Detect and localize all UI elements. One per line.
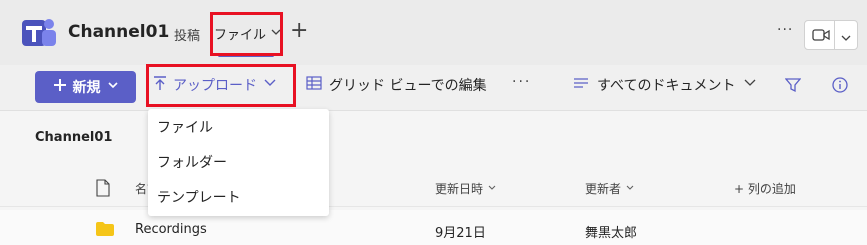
add-tab-button[interactable]: +	[290, 18, 308, 43]
chevron-down-icon[interactable]	[840, 29, 852, 48]
row-modified-by[interactable]: 舞黒太郎	[585, 222, 637, 241]
chevron-down-icon	[743, 77, 757, 93]
meet-button-group[interactable]	[804, 20, 858, 50]
view-selector-label: すべてのドキュメント	[597, 78, 736, 94]
table-row[interactable]: Recordings 9月21日 舞黒太郎	[0, 210, 867, 245]
column-modified-label: 更新日時	[435, 182, 484, 196]
column-modified[interactable]: 更新日時	[435, 180, 497, 197]
more-options-button[interactable]: ···	[777, 22, 793, 38]
document-toolbar: 新規 アップロード グリッド ビューでの編集 ··· すべてのドキュメント	[0, 64, 867, 111]
upload-highlight-box	[146, 64, 296, 107]
video-icon[interactable]	[812, 27, 830, 47]
channel-header: Channel01 投稿 ファイル + ···	[0, 0, 867, 65]
column-modified-by-label: 更新者	[585, 182, 622, 196]
list-icon	[573, 77, 589, 93]
row-modified: 9月21日	[435, 226, 486, 241]
grid-edit-button[interactable]: グリッド ビューでの編集	[306, 75, 487, 95]
chevron-down-icon	[107, 79, 119, 95]
row-name[interactable]: Recordings	[135, 222, 207, 237]
grid-edit-label: グリッド ビューでの編集	[329, 78, 487, 94]
menu-item-template[interactable]: テンプレート	[148, 180, 329, 214]
tab-files-highlight-box	[210, 12, 283, 56]
meet-divider	[834, 21, 835, 49]
tab-posts[interactable]: 投稿	[174, 25, 200, 44]
channel-title: Channel01	[68, 22, 170, 42]
teams-logo	[22, 16, 58, 52]
plus-icon	[53, 78, 67, 96]
list-header: 名前 更新日時 更新者 + 列の追加	[0, 170, 867, 207]
grid-icon	[306, 76, 322, 94]
breadcrumb[interactable]: Channel01	[35, 130, 112, 145]
menu-item-file[interactable]: ファイル	[148, 110, 329, 144]
view-selector[interactable]: すべてのドキュメント	[573, 75, 757, 95]
add-column-button[interactable]: + 列の追加	[734, 180, 796, 197]
column-modified-by[interactable]: 更新者	[585, 180, 635, 197]
toolbar-more-button[interactable]: ···	[512, 74, 531, 90]
menu-item-folder[interactable]: フォルダー	[148, 145, 329, 179]
new-button[interactable]: 新規	[35, 71, 136, 103]
folder-icon	[96, 221, 114, 240]
info-icon[interactable]	[832, 77, 848, 97]
filter-icon[interactable]	[784, 77, 802, 97]
chevron-down-icon	[487, 182, 497, 196]
chevron-down-icon	[625, 182, 635, 196]
new-button-label: 新規	[72, 80, 101, 96]
file-icon[interactable]	[96, 179, 110, 201]
upload-menu: ファイル フォルダー テンプレート	[148, 109, 329, 216]
